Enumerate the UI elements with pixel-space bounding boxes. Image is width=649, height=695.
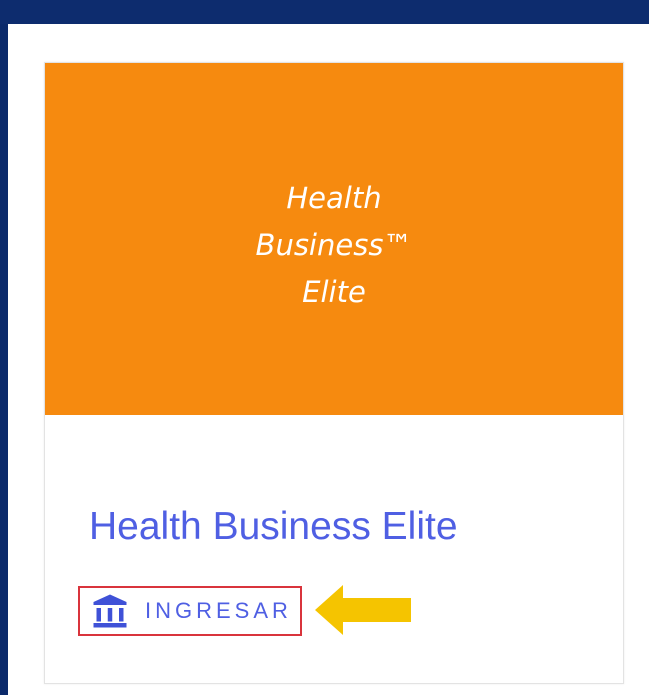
banner-text: Health Business™ Elite [45,175,623,316]
banner-line-1: Health [286,181,382,215]
banner-line-2: Business™ [255,228,413,262]
course-banner[interactable]: Health Business™ Elite [45,63,623,415]
content-panel: Health Business™ Elite Health Business E… [8,24,649,695]
enter-button[interactable]: INGRESAR [78,586,302,636]
top-bar [0,0,649,24]
banner-line-3: Elite [302,275,366,309]
arrow-left-icon [315,585,411,635]
course-title[interactable]: Health Business Elite [89,505,458,549]
course-card[interactable]: Health Business™ Elite Health Business E… [44,62,624,684]
enter-label: INGRESAR [145,598,292,623]
bank-icon [93,594,127,628]
